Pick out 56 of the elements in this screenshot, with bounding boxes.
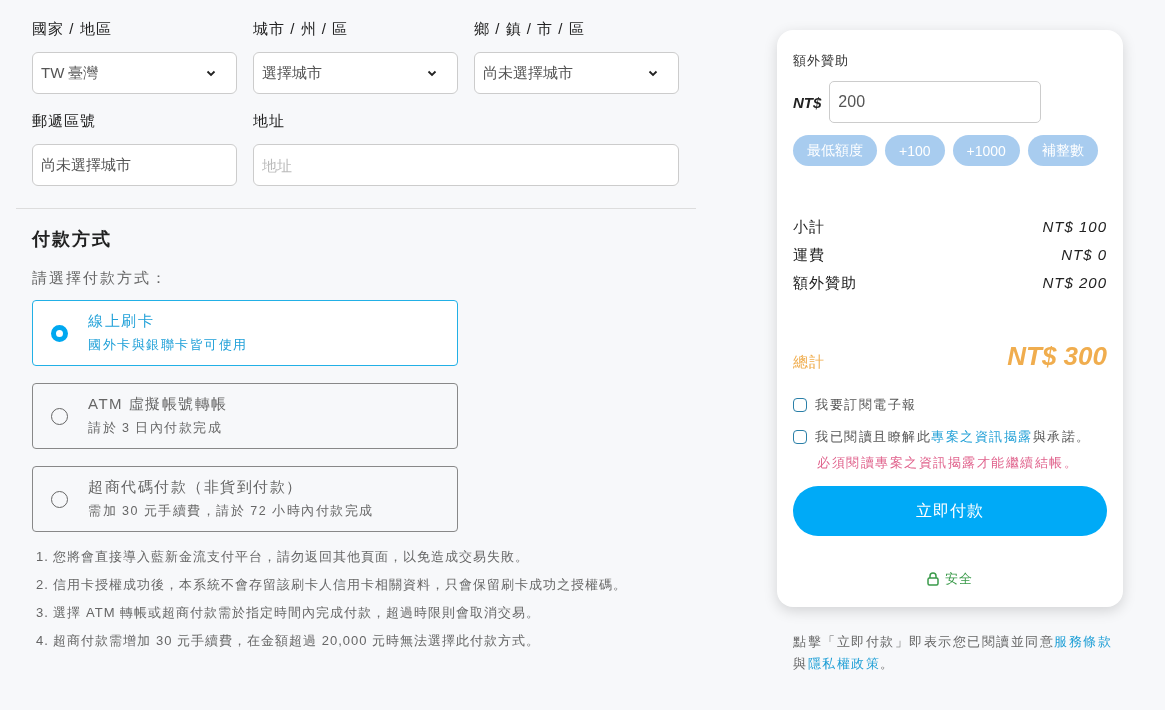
- payment-prompt: 請選擇付款方式：: [32, 269, 169, 288]
- payment-note: 2. 信用卡授權成功後，本系統不會存留該刷卡人信用卡相關資料，只會保留刷卡成功之授權碼。: [36, 576, 629, 594]
- line-amount: NT$ 0: [1061, 246, 1107, 265]
- line-label: 額外贊助: [793, 274, 857, 293]
- chevron-down-icon: [648, 69, 658, 77]
- total-amount: NT$ 300: [1007, 341, 1107, 372]
- payment-option[interactable]: ATM 虛擬帳號轉帳 請於 3 日內付款完成: [32, 383, 458, 449]
- line-label: 運費: [793, 246, 825, 265]
- select-field[interactable]: 選擇城市: [253, 52, 458, 94]
- option-note: 請於 3 日內付款完成: [88, 420, 224, 437]
- amount-chip[interactable]: 補整數: [1027, 135, 1098, 166]
- option-title: 超商代碼付款（非貨到付款）: [88, 478, 304, 497]
- payment-note: 4. 超商付款需增加 30 元手續費，在金額超過 20,000 元時無法選擇此付款方式。: [36, 632, 542, 650]
- disclosure-link[interactable]: 專案之資訊揭露: [931, 429, 1033, 444]
- privacy-link[interactable]: 隱私權政策: [807, 656, 880, 671]
- option-title: ATM 虛擬帳號轉帳: [88, 395, 228, 414]
- option-note: 需加 30 元手續費，請於 72 小時內付款完成: [88, 503, 374, 520]
- section-title: 付款方式: [32, 228, 113, 251]
- payment-option[interactable]: 線上刷卡 國外卡與銀聯卡皆可使用: [32, 300, 458, 366]
- amount-field[interactable]: 200: [829, 81, 1042, 123]
- field-label: 城市 / 州 / 區: [253, 20, 349, 39]
- payment-note: 3. 選擇 ATM 轉帳或超商付款需於指定時間內完成付款，超過時限則會取消交易。: [36, 604, 542, 622]
- select-field[interactable]: 尚未選擇城市: [474, 52, 679, 94]
- line-label: 小計: [793, 218, 825, 237]
- field-label: 鄉 / 鎮 / 市 / 區: [474, 20, 586, 39]
- line-amount: NT$ 100: [1042, 218, 1107, 237]
- currency-label: NT$: [793, 93, 822, 111]
- input-field[interactable]: 尚未選擇城市: [32, 144, 237, 186]
- checkbox[interactable]: [793, 430, 807, 444]
- option-title: 線上刷卡: [88, 312, 155, 331]
- chevron-down-icon: [427, 69, 437, 77]
- warning-text: 必須閱讀專案之資訊揭露才能繼續結帳。: [817, 454, 1079, 472]
- total-label: 總計: [793, 353, 825, 372]
- select-field[interactable]: TW 臺灣: [32, 52, 237, 94]
- option-note: 國外卡與銀聯卡皆可使用: [88, 337, 248, 354]
- chevron-down-icon: [206, 69, 216, 77]
- checkbox-label: 我要訂閱電子報: [815, 396, 917, 414]
- field-label: 郵遞區號: [32, 112, 97, 131]
- field-label: 地址: [253, 112, 286, 131]
- terms-notice: 點擊「立即付款」即表示您已閱讀並同意服務條款 與隱私權政策。: [793, 633, 1113, 673]
- payment-option[interactable]: 超商代碼付款（非貨到付款） 需加 30 元手續費，請於 72 小時內付款完成: [32, 466, 458, 532]
- secure-label: 安全: [945, 570, 973, 588]
- radio-button[interactable]: [51, 324, 68, 342]
- payment-note: 1. 您將會直接導入藍新金流支付平台，請勿返回其他頁面，以免造成交易失敗。: [36, 548, 531, 566]
- amount-chip[interactable]: 最低額度: [793, 135, 877, 166]
- input-field[interactable]: 地址: [253, 144, 679, 186]
- field-label: 國家 / 地區: [32, 20, 113, 39]
- terms-link[interactable]: 服務條款: [1054, 634, 1112, 649]
- sponsor-label: 額外贊助: [793, 52, 850, 70]
- pay-now-button[interactable]: 立即付款: [793, 486, 1107, 536]
- line-amount: NT$ 200: [1042, 274, 1107, 293]
- checkbox[interactable]: [793, 398, 807, 412]
- amount-chip[interactable]: +1000: [952, 135, 1020, 166]
- lock-icon: [927, 572, 939, 586]
- amount-chip[interactable]: +100: [885, 135, 945, 166]
- checkbox-label: 我已閱讀且瞭解此專案之資訊揭露與承諾。: [815, 428, 1091, 446]
